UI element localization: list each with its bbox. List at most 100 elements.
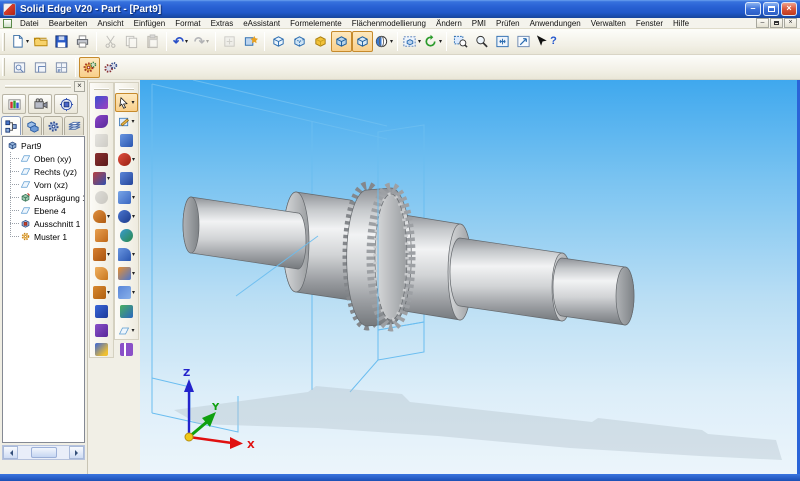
split-button[interactable]: ▾ [90, 283, 113, 302]
goal-seek-button[interactable] [54, 94, 78, 114]
feature-tree[interactable]: Part9 Oben (xy) Rechts (yz) [2, 136, 85, 443]
3d-viewport[interactable]: Z X Y [140, 80, 797, 474]
mdi-restore-button[interactable] [770, 18, 783, 28]
minimize-button[interactable]: – [745, 2, 761, 16]
menu-datei[interactable]: Datei [15, 19, 44, 28]
menu-ansicht[interactable]: Ansicht [92, 19, 128, 28]
extruded-surface-button[interactable] [90, 150, 113, 169]
menu-hilfe[interactable]: Hilfe [668, 19, 694, 28]
toolbar-grip[interactable] [2, 58, 5, 76]
gear[interactable] [347, 186, 412, 327]
pmi-dimension-button[interactable] [115, 340, 138, 359]
family-of-parts-tab[interactable] [22, 116, 42, 135]
pathfinder-tab[interactable] [1, 116, 21, 135]
chamfer-button[interactable]: ▾ [115, 245, 138, 264]
swept-surface-button[interactable] [90, 112, 113, 131]
tree-item-part9[interactable]: Part9 [3, 139, 84, 152]
mirror-button[interactable]: ▾ [115, 283, 138, 302]
cut-button[interactable] [100, 31, 121, 52]
eassistant-gear-calculation-button[interactable] [79, 57, 100, 78]
zoom-area-button[interactable] [450, 31, 471, 52]
cutout-button[interactable] [115, 169, 138, 188]
stitched-surface-button[interactable] [90, 321, 113, 340]
update-view-button[interactable]: ▾ [422, 31, 443, 52]
scroll-thumb[interactable] [31, 447, 57, 458]
toolbar-grip[interactable] [94, 88, 109, 90]
paste-button[interactable] [142, 31, 163, 52]
round-button[interactable] [115, 226, 138, 245]
fit-button[interactable] [492, 31, 513, 52]
sketch-tool-button[interactable]: ▾ [115, 112, 138, 131]
parting-surface-button[interactable] [90, 302, 113, 321]
display-options-button[interactable] [2, 94, 26, 114]
menu-anwendungen[interactable]: Anwendungen [525, 19, 586, 28]
tree-horizontal-scrollbar[interactable] [2, 445, 85, 460]
replace-face-button[interactable]: ▾ [90, 245, 113, 264]
menu-format[interactable]: Format [170, 19, 205, 28]
protrusion-button[interactable] [115, 131, 138, 150]
scroll-right-button[interactable] [69, 446, 84, 459]
window-layout-button-3[interactable] [51, 57, 72, 78]
menu-pruefen[interactable]: Prüfen [491, 19, 525, 28]
scroll-left-button[interactable] [3, 446, 18, 459]
menu-extras[interactable]: Extras [206, 19, 239, 28]
edgebar-grip[interactable] [5, 85, 71, 88]
tree-item-auspraegung-1[interactable]: Ausprägung 1 [10, 191, 84, 204]
toolbar-grip[interactable] [2, 33, 5, 51]
mdi-minimize-button[interactable]: – [756, 18, 769, 28]
toolbar-grip[interactable] [119, 88, 134, 90]
tree-item-rechts-yz[interactable]: Rechts (yz) [10, 165, 84, 178]
feature-library-tab[interactable] [43, 116, 63, 135]
shaded-view-button[interactable] [310, 31, 331, 52]
thicken-button[interactable] [90, 340, 113, 359]
menu-pmi[interactable]: PMI [467, 19, 491, 28]
hole-button[interactable]: ▾ [115, 207, 138, 226]
named-views-button[interactable]: ▾ [401, 31, 422, 52]
tree-item-ebene-4[interactable]: Ebene 4 [10, 204, 84, 217]
visible-edges-view-button[interactable] [352, 31, 373, 52]
scroll-track[interactable] [18, 446, 69, 459]
menu-bearbeiten[interactable]: Bearbeiten [44, 19, 93, 28]
close-button[interactable]: × [781, 2, 797, 16]
mdi-close-button[interactable]: × [784, 18, 797, 28]
window-layout-button-2[interactable] [30, 57, 51, 78]
select-tool-button[interactable]: ▾ [115, 93, 138, 112]
insert-part-copy-button[interactable] [240, 31, 261, 52]
bluesurf-button[interactable] [90, 93, 113, 112]
revolved-protrusion-button[interactable]: ▾ [115, 150, 138, 169]
help-button[interactable]: ? [534, 31, 558, 52]
open-button[interactable] [30, 31, 51, 52]
menu-formelemente[interactable]: Formelemente [285, 19, 347, 28]
hidden-edges-view-button[interactable] [289, 31, 310, 52]
bounded-surface-button[interactable] [90, 131, 113, 150]
undo-button[interactable]: ↶ ▾ [170, 31, 191, 52]
redo-button[interactable]: ↷ ▾ [191, 31, 212, 52]
intersect-button[interactable] [90, 264, 113, 283]
edgebar-close-button[interactable]: × [74, 81, 85, 92]
wireframe-view-button[interactable] [268, 31, 289, 52]
layers-tab[interactable] [64, 116, 84, 135]
revolved-cutout-button[interactable]: ▾ [115, 188, 138, 207]
tree-item-vorn-xz[interactable]: Vorn (xz) [10, 178, 84, 191]
menu-aendern[interactable]: Ändern [431, 19, 467, 28]
common-views-button[interactable]: ▾ [373, 31, 394, 52]
offset-surface-button[interactable]: ▾ [90, 169, 113, 188]
3d-viewport-canvas[interactable]: Z X Y [140, 80, 797, 474]
plane-button[interactable]: ▾ [115, 321, 138, 340]
window-layout-button-1[interactable] [9, 57, 30, 78]
menu-einfuegen[interactable]: Einfügen [129, 19, 171, 28]
trim-surface-button[interactable]: ▾ [90, 207, 113, 226]
menu-fenster[interactable]: Fenster [631, 19, 668, 28]
copy-button[interactable] [121, 31, 142, 52]
restore-button[interactable] [763, 2, 779, 16]
tree-item-ausschnitt-1[interactable]: Ausschnitt 1 [10, 217, 84, 230]
shaded-with-edges-view-button[interactable] [331, 31, 352, 52]
menu-verwalten[interactable]: Verwalten [586, 19, 631, 28]
copy-surface-button[interactable] [90, 188, 113, 207]
new-button[interactable]: ▾ [9, 31, 30, 52]
tree-item-oben-xy[interactable]: Oben (xy) [10, 152, 84, 165]
zoom-button[interactable] [471, 31, 492, 52]
pan-button[interactable] [513, 31, 534, 52]
camera-button[interactable] [28, 94, 52, 114]
rib-button[interactable] [115, 302, 138, 321]
